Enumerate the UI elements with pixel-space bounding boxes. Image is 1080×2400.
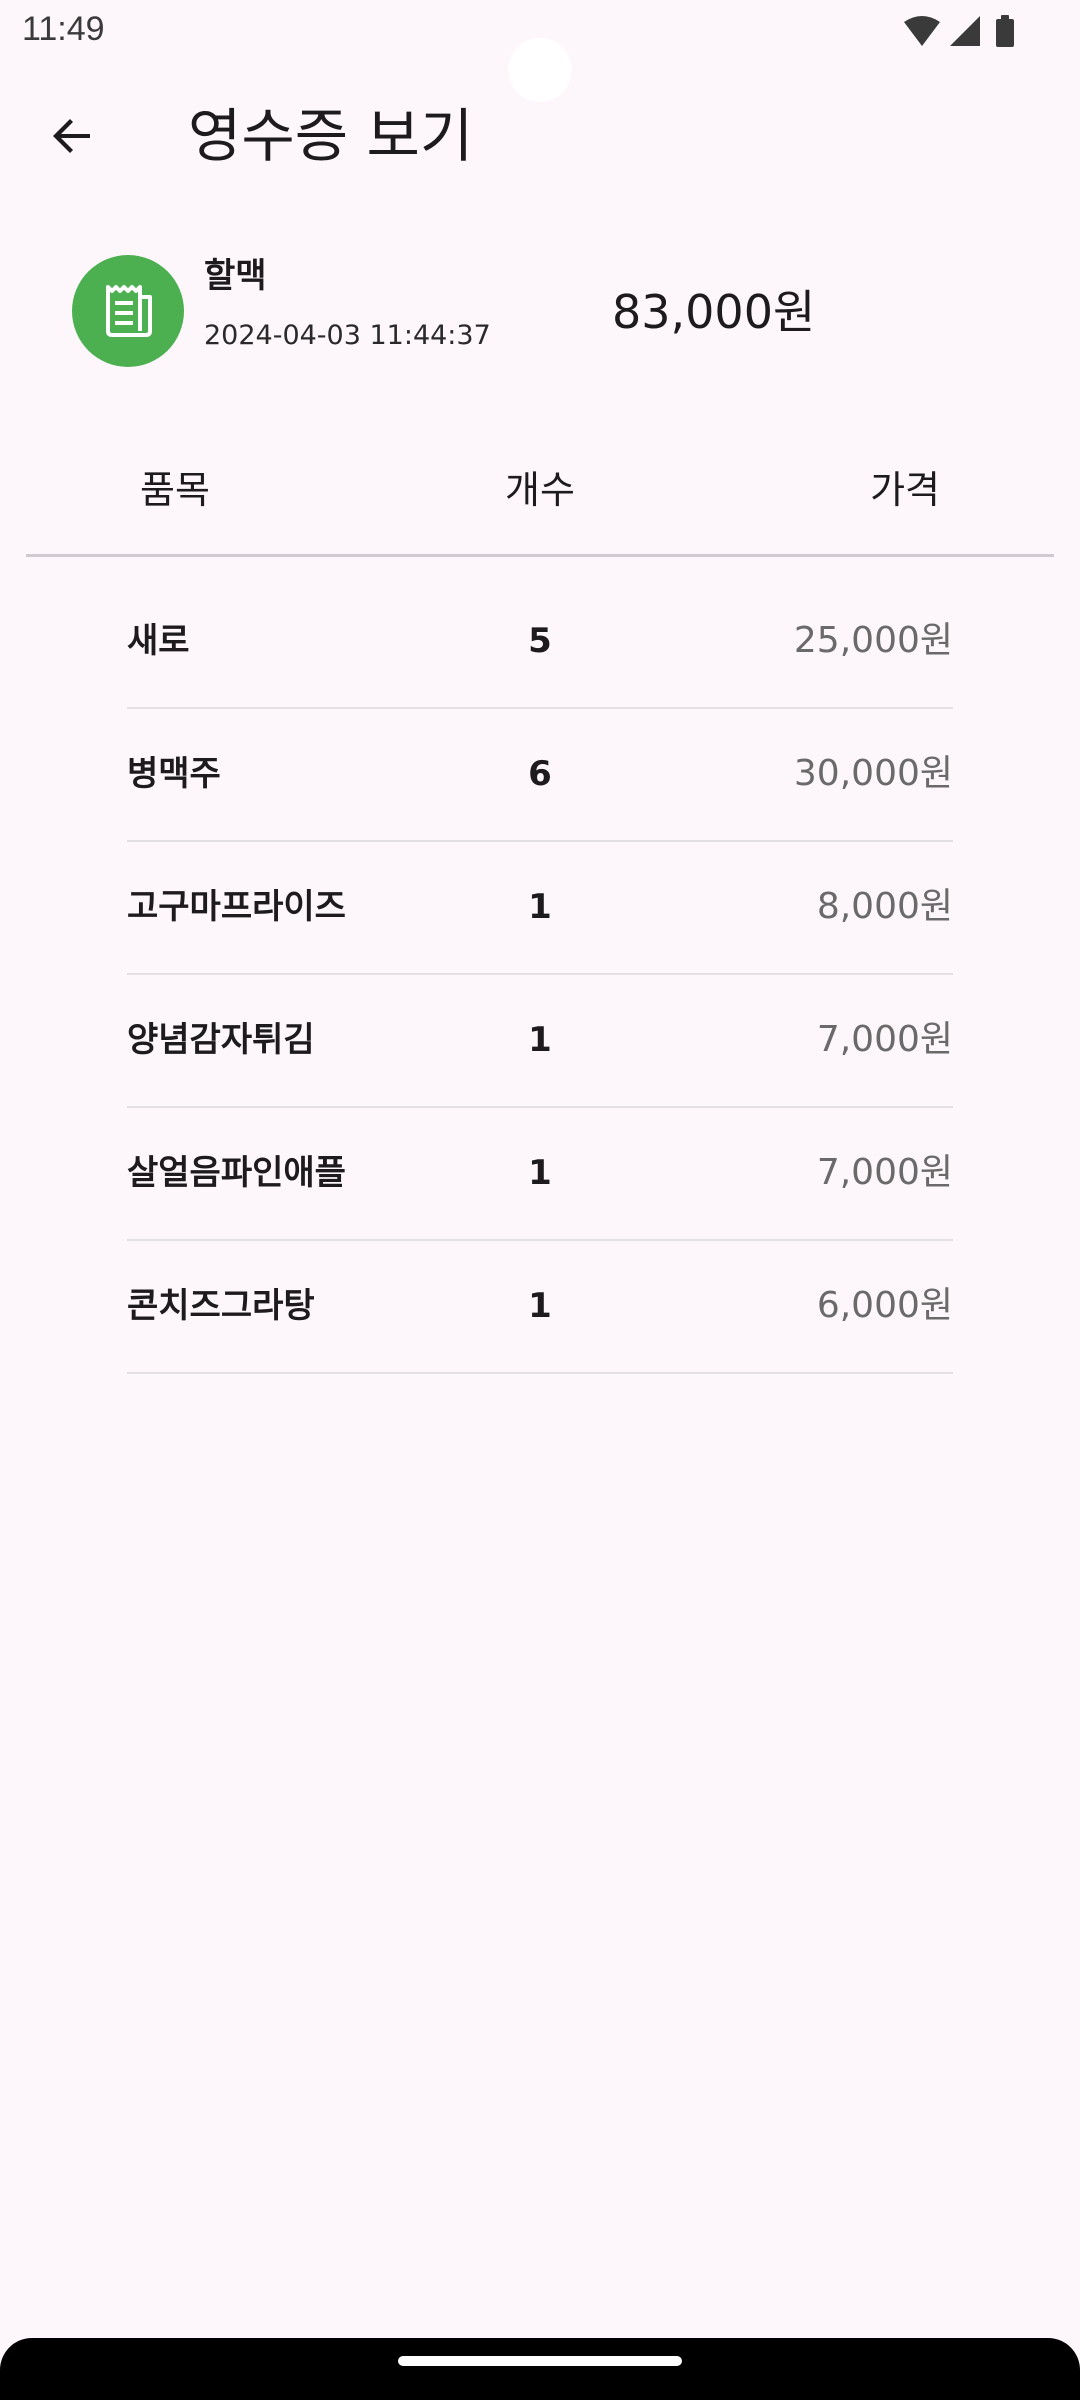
item-list: 새로 5 25,000원 병맥주 6 30,000원 고구마프라이즈 1 8,0… xyxy=(127,576,953,1374)
item-price: 25,000원 xyxy=(793,620,953,661)
wifi-icon xyxy=(904,16,940,46)
item-quantity: 5 xyxy=(528,621,552,661)
item-quantity: 1 xyxy=(528,1286,552,1326)
column-header-quantity: 개수 xyxy=(505,468,575,512)
item-quantity: 1 xyxy=(528,887,552,927)
receipt-icon xyxy=(106,285,152,337)
item-price: 7,000원 xyxy=(816,1019,953,1060)
list-item: 새로 5 25,000원 xyxy=(127,576,953,709)
list-item: 콘치즈그라탕 1 6,000원 xyxy=(127,1241,953,1374)
item-price: 6,000원 xyxy=(816,1285,953,1326)
item-price: 30,000원 xyxy=(793,753,953,794)
receipt-datetime: 2024-04-03 11:44:37 xyxy=(204,320,491,351)
item-price: 7,000원 xyxy=(816,1152,953,1193)
back-button[interactable] xyxy=(32,96,112,176)
app-bar: 영수증 보기 xyxy=(0,80,1080,192)
column-header-price: 가격 xyxy=(870,468,940,512)
store-avatar xyxy=(72,255,184,367)
receipt-total: 83,000원 xyxy=(612,285,816,339)
page-title: 영수증 보기 xyxy=(188,102,474,170)
item-name: 살얼음파인애플 xyxy=(127,1153,346,1193)
table-header: 품목 개수 가격 xyxy=(0,455,1080,525)
status-bar: 11:49 xyxy=(0,0,1080,102)
list-item: 살얼음파인애플 1 7,000원 xyxy=(127,1108,953,1241)
item-price: 8,000원 xyxy=(816,886,953,927)
item-name: 양념감자튀김 xyxy=(127,1020,315,1060)
header-divider xyxy=(26,554,1054,557)
home-gesture-handle[interactable] xyxy=(398,2356,682,2366)
item-quantity: 1 xyxy=(528,1020,552,1060)
item-name: 고구마프라이즈 xyxy=(127,887,346,927)
status-icons xyxy=(902,14,1032,48)
arrow-back-icon xyxy=(53,119,90,153)
item-name: 콘치즈그라탕 xyxy=(127,1286,315,1326)
column-header-item: 품목 xyxy=(140,468,210,512)
item-name: 새로 xyxy=(127,621,190,661)
signal-icon xyxy=(950,16,980,46)
receipt-summary: 할맥 2024-04-03 11:44:37 83,000원 xyxy=(0,250,1080,380)
list-item: 양념감자튀김 1 7,000원 xyxy=(127,975,953,1108)
list-item: 고구마프라이즈 1 8,000원 xyxy=(127,842,953,975)
battery-icon xyxy=(996,15,1014,47)
status-time: 11:49 xyxy=(22,10,105,48)
item-quantity: 1 xyxy=(528,1153,552,1193)
store-name: 할맥 xyxy=(204,256,267,296)
item-name: 병맥주 xyxy=(127,754,221,794)
item-quantity: 6 xyxy=(528,754,552,794)
list-item: 병맥주 6 30,000원 xyxy=(127,709,953,842)
navigation-bar xyxy=(0,2338,1080,2400)
